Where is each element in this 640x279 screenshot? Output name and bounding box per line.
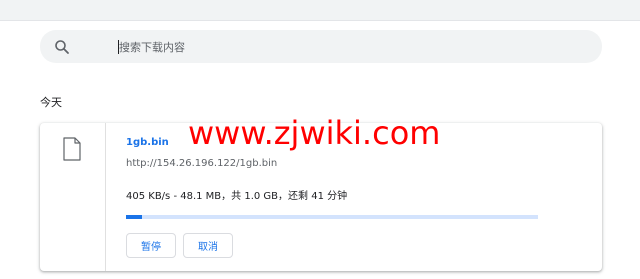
search-bar[interactable]: [40, 30, 602, 63]
section-title-today: 今天: [40, 96, 62, 109]
search-icon[interactable]: [54, 39, 70, 55]
file-icon: [63, 137, 81, 161]
progress-fill: [126, 215, 143, 219]
watermark: www.zjwiki.com: [188, 114, 441, 152]
file-url: http://154.26.196.122/1gb.bin: [126, 158, 278, 169]
progress-bar: [126, 215, 538, 219]
download-status: 405 KB/s - 48.1 MB，共 1.0 GB，还剩 41 分钟: [126, 191, 348, 202]
pause-button[interactable]: 暂停: [126, 233, 176, 258]
search-input[interactable]: [119, 37, 599, 57]
file-name-link[interactable]: 1gb.bin: [126, 137, 169, 148]
top-bar: [0, 0, 640, 21]
card-divider: [105, 123, 106, 271]
cancel-button[interactable]: 取消: [183, 233, 233, 258]
